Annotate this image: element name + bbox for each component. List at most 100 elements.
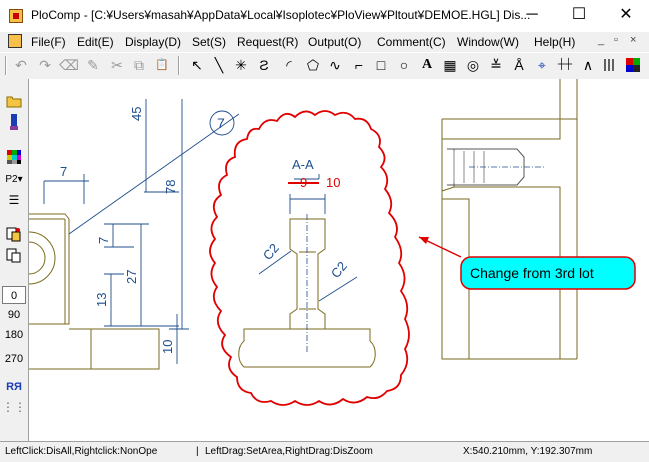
- fill-pattern-icon[interactable]: ▦: [441, 56, 459, 74]
- close-button[interactable]: ✕: [603, 0, 649, 32]
- wave-line-icon[interactable]: ∿: [326, 56, 344, 74]
- angle-180-option[interactable]: 180: [2, 326, 26, 344]
- document-icon[interactable]: [8, 34, 22, 48]
- layers-icon[interactable]: ☰: [4, 190, 24, 210]
- menu-comment[interactable]: Comment(C): [377, 35, 446, 49]
- menu-help[interactable]: Help(H): [534, 35, 575, 49]
- dim-45-line: [144, 99, 179, 193]
- toolbar-grip: [5, 56, 7, 75]
- minimize-button[interactable]: ─: [509, 0, 555, 32]
- angle-90-option[interactable]: 90: [2, 306, 26, 324]
- main-toolbar: ↶ ↷ ⌫ ✎ ✂ ⧉ 📋 ↖ ╲ ✳ Ƨ ◜ ⬠ ∿ ⌐ □ ○ A ▦ ◎ …: [0, 52, 649, 80]
- pen-icon[interactable]: ✎: [84, 56, 102, 74]
- arc-icon[interactable]: ◜: [280, 56, 298, 74]
- left-part-inner: [29, 218, 66, 324]
- ellipse-icon[interactable]: ○: [395, 56, 413, 74]
- vertical-dimension-icon[interactable]: ┼┼: [556, 56, 574, 74]
- dim-27-text: 27: [124, 270, 139, 284]
- menu-output[interactable]: Output(O): [308, 35, 361, 49]
- cut-icon[interactable]: ✂: [108, 56, 126, 74]
- status-coords: X:540.210mm, Y:192.307mm: [463, 446, 593, 457]
- text-tool-icon[interactable]: A: [418, 56, 436, 74]
- dimension-stack-icon[interactable]: ≚: [487, 56, 505, 74]
- step-line-icon[interactable]: ⌐: [350, 56, 368, 74]
- left-part-outline: [29, 213, 70, 325]
- section-part: [289, 218, 326, 330]
- pen-selector[interactable]: P2▾: [2, 169, 26, 189]
- paste-layer-icon[interactable]: [4, 246, 24, 266]
- menu-bar: File(F) Edit(E) Display(D) Set(S) Reques…: [0, 32, 649, 52]
- right-part-pocket: [441, 149, 561, 359]
- dim-13-text: 13: [94, 293, 109, 307]
- menu-file[interactable]: File(F): [31, 35, 66, 49]
- status-middle: LeftDrag:SetArea,RightDrag:DisZoom: [205, 446, 373, 457]
- maximize-button[interactable]: ☐: [556, 0, 602, 32]
- drawing-canvas[interactable]: 45 78 7 7 27 13 10 7 A-A C2 C2 9 10 Chan…: [29, 79, 649, 441]
- dim-78-text: 78: [163, 180, 178, 194]
- palette-icon[interactable]: [4, 147, 24, 167]
- rectangle-icon[interactable]: □: [372, 56, 390, 74]
- angle-270-option[interactable]: 270: [2, 350, 26, 368]
- cross-line-icon[interactable]: ✳: [232, 56, 250, 74]
- pen-tool-icon[interactable]: [4, 112, 24, 132]
- mdi-close-button[interactable]: ×: [630, 34, 636, 46]
- callout-text: Change from 3rd lot: [470, 265, 594, 281]
- menu-request[interactable]: Request(R): [237, 35, 298, 49]
- section-chamfer-lines: [299, 251, 316, 310]
- copy-layer-icon[interactable]: [4, 225, 24, 245]
- revision-old-value: 9: [300, 175, 307, 190]
- left-hole-inner-arc: [29, 241, 46, 275]
- section-width-dim: [289, 194, 326, 214]
- menu-display[interactable]: Display(D): [125, 35, 181, 49]
- paste-icon[interactable]: 📋: [153, 56, 171, 74]
- dim-78-line: [175, 99, 189, 330]
- copy-icon[interactable]: ⧉: [130, 56, 148, 74]
- toolbar-separator: [178, 56, 180, 75]
- callout-arrowhead: [419, 237, 429, 244]
- title-bar: PloComp - [C:¥Users¥masah¥AppData¥Local¥…: [0, 0, 649, 33]
- mirror-icon[interactable]: RЯ: [4, 377, 24, 397]
- dim-7-top-text: 7: [60, 164, 67, 179]
- redo-icon[interactable]: ↷: [36, 56, 54, 74]
- right-part-inner: [442, 79, 578, 359]
- window-title: PloComp - [C:¥Users¥masah¥AppData¥Local¥…: [31, 8, 531, 22]
- eraser-icon[interactable]: ⌫: [59, 56, 79, 74]
- grid-icon[interactable]: ⋮⋮: [2, 397, 26, 417]
- dim-45-text: 45: [129, 107, 144, 121]
- angle-0-option[interactable]: 0: [2, 286, 26, 304]
- revision-new-value: 10: [326, 175, 340, 190]
- undo-icon[interactable]: ↶: [12, 56, 30, 74]
- polyline-icon[interactable]: Ƨ: [255, 56, 273, 74]
- line-icon[interactable]: ╲: [210, 56, 228, 74]
- drawing-svg: 45 78 7 7 27 13 10 7 A-A C2 C2 9 10 Chan…: [29, 79, 636, 406]
- right-part-outline: [441, 118, 577, 360]
- dim-10-line: [169, 314, 189, 364]
- dim-13-line: [104, 273, 179, 327]
- left-base-outline: [29, 328, 160, 370]
- menu-window[interactable]: Window(W): [457, 35, 519, 49]
- dim-10-text: 10: [160, 340, 175, 354]
- section-label: A-A: [292, 157, 314, 172]
- color-palette-icon[interactable]: [624, 56, 642, 74]
- status-left: LeftClick:DisAll,Rightclick:NonOpe: [5, 446, 158, 457]
- target-icon[interactable]: ⌖: [533, 56, 551, 74]
- angle-dimension-icon[interactable]: ∧: [579, 56, 597, 74]
- circle-mark-icon[interactable]: ◎: [464, 56, 482, 74]
- dim-7-side-text: 7: [96, 237, 111, 244]
- chamfer2-text: C2: [328, 259, 350, 281]
- mdi-minimize-button[interactable]: _: [598, 34, 604, 46]
- select-arrow-icon[interactable]: ↖: [188, 56, 206, 74]
- hatch-icon[interactable]: [602, 56, 620, 74]
- left-toolbar: P2▾ ☰ 0 90 180 270 RЯ ⋮⋮: [0, 79, 29, 441]
- left-hole-arc: [29, 231, 56, 285]
- symbol-a-icon[interactable]: Å: [510, 56, 528, 74]
- open-folder-icon[interactable]: [4, 91, 24, 111]
- menu-edit[interactable]: Edit(E): [77, 35, 114, 49]
- status-divider: |: [196, 446, 199, 457]
- balloon-number: 7: [217, 115, 225, 131]
- mdi-restore-button[interactable]: ▫: [614, 34, 618, 46]
- polygon-icon[interactable]: ⬠: [304, 56, 322, 74]
- app-icon[interactable]: [9, 9, 23, 23]
- status-bar: LeftClick:DisAll,Rightclick:NonOpe | Lef…: [0, 441, 649, 462]
- menu-set[interactable]: Set(S): [192, 35, 226, 49]
